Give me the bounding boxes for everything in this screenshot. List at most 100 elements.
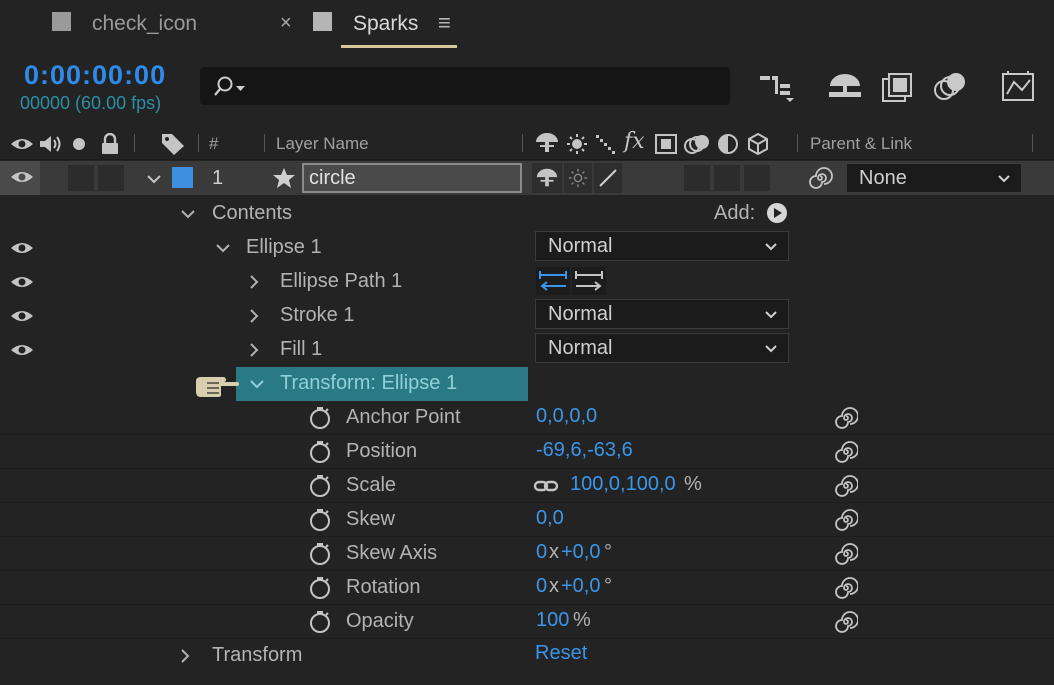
- property-value-revolutions[interactable]: 0: [536, 541, 547, 564]
- shy-icon[interactable]: [534, 132, 560, 154]
- graph-editor-icon[interactable]: [1000, 70, 1038, 104]
- adjustment-switch[interactable]: [714, 165, 740, 191]
- ellipse-group-row[interactable]: Ellipse 1 Normal: [0, 231, 1054, 265]
- layer-search-field[interactable]: [200, 67, 730, 105]
- adjustment-layer-icon[interactable]: [717, 133, 739, 155]
- constrain-proportions-link-icon[interactable]: [533, 476, 559, 496]
- video-visibility-icon[interactable]: [10, 136, 34, 152]
- stopwatch-icon[interactable]: [308, 474, 332, 498]
- tab-check-icon[interactable]: check_icon: [92, 12, 197, 36]
- chevron-right-icon[interactable]: [246, 308, 262, 324]
- property-row-scale[interactable]: Scale 100,0,100,0 %: [0, 469, 1054, 503]
- collapse-switch[interactable]: [564, 163, 592, 193]
- tab-close-icon[interactable]: ×: [280, 12, 292, 35]
- quality-switch[interactable]: [594, 163, 622, 193]
- chevron-right-icon[interactable]: [177, 648, 193, 664]
- property-row-anchor-point[interactable]: Anchor Point 0,0,0,0: [0, 401, 1054, 435]
- lock-icon[interactable]: [100, 133, 120, 155]
- stopwatch-icon[interactable]: [308, 406, 332, 430]
- blend-mode-value: Normal: [548, 235, 613, 257]
- audio-icon[interactable]: [38, 134, 64, 154]
- expression-pick-whip-icon[interactable]: [834, 407, 858, 429]
- stopwatch-icon[interactable]: [308, 610, 332, 634]
- eye-icon[interactable]: [10, 342, 34, 358]
- property-value[interactable]: 0,0: [536, 507, 564, 530]
- quality-icon[interactable]: [594, 133, 618, 155]
- solo-icon[interactable]: [72, 137, 86, 151]
- chevron-down-icon[interactable]: [146, 171, 162, 187]
- chevron-right-icon[interactable]: [246, 274, 262, 290]
- stopwatch-icon[interactable]: [308, 542, 332, 566]
- add-play-icon[interactable]: [766, 202, 788, 224]
- draft-3d-icon[interactable]: [826, 70, 864, 104]
- solo-switch[interactable]: [68, 165, 94, 191]
- column-parent-link-header[interactable]: Parent & Link: [810, 134, 912, 154]
- stopwatch-icon[interactable]: [308, 576, 332, 600]
- reset-link[interactable]: Reset: [535, 642, 587, 665]
- path-direction-normal-icon[interactable]: [536, 267, 570, 295]
- layer-row-circle[interactable]: 1 circle None: [0, 161, 1054, 195]
- label-color-swatch[interactable]: [172, 167, 193, 188]
- eye-icon[interactable]: [10, 308, 34, 324]
- property-value[interactable]: 0,0,0,0: [536, 405, 597, 428]
- column-layer-name-header[interactable]: Layer Name: [276, 134, 369, 154]
- transform-ellipse-row[interactable]: Transform: Ellipse 1: [0, 367, 1054, 401]
- layer-transform-row[interactable]: Transform Reset: [0, 639, 1054, 673]
- 3d-switch[interactable]: [744, 165, 770, 191]
- composition-mini-flowchart-icon[interactable]: [758, 70, 796, 104]
- fill-blend-mode-dropdown[interactable]: Normal: [535, 333, 789, 363]
- path-direction-reverse-icon[interactable]: [572, 267, 606, 295]
- 3d-layer-icon[interactable]: [747, 132, 769, 156]
- expression-pick-whip-icon[interactable]: [834, 509, 858, 531]
- property-unit: %: [573, 609, 591, 631]
- stopwatch-icon[interactable]: [308, 508, 332, 532]
- parent-dropdown[interactable]: None: [846, 163, 1022, 193]
- expression-pick-whip-icon[interactable]: [834, 577, 858, 599]
- chevron-down-icon[interactable]: [249, 376, 265, 392]
- fill-row[interactable]: Fill 1 Normal: [0, 333, 1054, 367]
- expression-pick-whip-icon[interactable]: [834, 543, 858, 565]
- eye-icon[interactable]: [10, 274, 34, 290]
- ellipse-path-row[interactable]: Ellipse Path 1: [0, 265, 1054, 299]
- property-value-degrees[interactable]: +0,0: [561, 541, 600, 564]
- property-value-revolutions[interactable]: 0: [536, 575, 547, 598]
- blend-mode-dropdown[interactable]: Normal: [535, 231, 789, 261]
- property-row-opacity[interactable]: Opacity 100 %: [0, 605, 1054, 639]
- motion-blur-switch-icon[interactable]: [683, 132, 713, 156]
- property-row-rotation[interactable]: Rotation 0 x +0,0 °: [0, 571, 1054, 605]
- property-row-skew-axis[interactable]: Skew Axis 0 x +0,0 °: [0, 537, 1054, 571]
- effects-fx-icon[interactable]: fx: [624, 129, 645, 154]
- frame-blending-icon[interactable]: [880, 70, 918, 104]
- contents-row[interactable]: Contents Add:: [0, 197, 1054, 231]
- layer-number: 1: [212, 167, 224, 189]
- chevron-down-icon[interactable]: [215, 240, 231, 256]
- eye-icon[interactable]: [10, 240, 34, 256]
- pick-whip-icon[interactable]: [807, 166, 833, 190]
- layer-name-field[interactable]: circle: [302, 163, 522, 193]
- chevron-right-icon[interactable]: [246, 342, 262, 358]
- motion-blur-switch[interactable]: [684, 165, 710, 191]
- property-value-degrees[interactable]: +0,0: [561, 575, 600, 598]
- label-tag-icon[interactable]: [160, 132, 186, 156]
- expression-pick-whip-icon[interactable]: [834, 441, 858, 463]
- frame-blend-switch-icon[interactable]: [654, 133, 678, 155]
- property-row-position[interactable]: Position -69,6,-63,6: [0, 435, 1054, 469]
- stroke-blend-mode-dropdown[interactable]: Normal: [535, 299, 789, 329]
- lock-switch[interactable]: [98, 165, 124, 191]
- motion-blur-icon[interactable]: [932, 70, 970, 104]
- property-value[interactable]: -69,6,-63,6: [536, 439, 633, 462]
- stroke-row[interactable]: Stroke 1 Normal: [0, 299, 1054, 333]
- shy-switch[interactable]: [532, 163, 562, 193]
- panel-menu-icon[interactable]: ≡: [438, 10, 451, 36]
- collapse-transformations-icon[interactable]: [566, 133, 588, 155]
- property-value[interactable]: 100,0,100,0: [570, 473, 676, 496]
- eye-icon[interactable]: [10, 169, 34, 185]
- expression-pick-whip-icon[interactable]: [834, 475, 858, 497]
- property-value[interactable]: 100: [536, 609, 569, 632]
- current-time-display[interactable]: 0:00:00:00: [24, 60, 166, 91]
- stopwatch-icon[interactable]: [308, 440, 332, 464]
- expression-pick-whip-icon[interactable]: [834, 611, 858, 633]
- tab-sparks[interactable]: Sparks: [353, 12, 418, 36]
- property-row-skew[interactable]: Skew 0,0: [0, 503, 1054, 537]
- chevron-down-icon[interactable]: [180, 206, 196, 222]
